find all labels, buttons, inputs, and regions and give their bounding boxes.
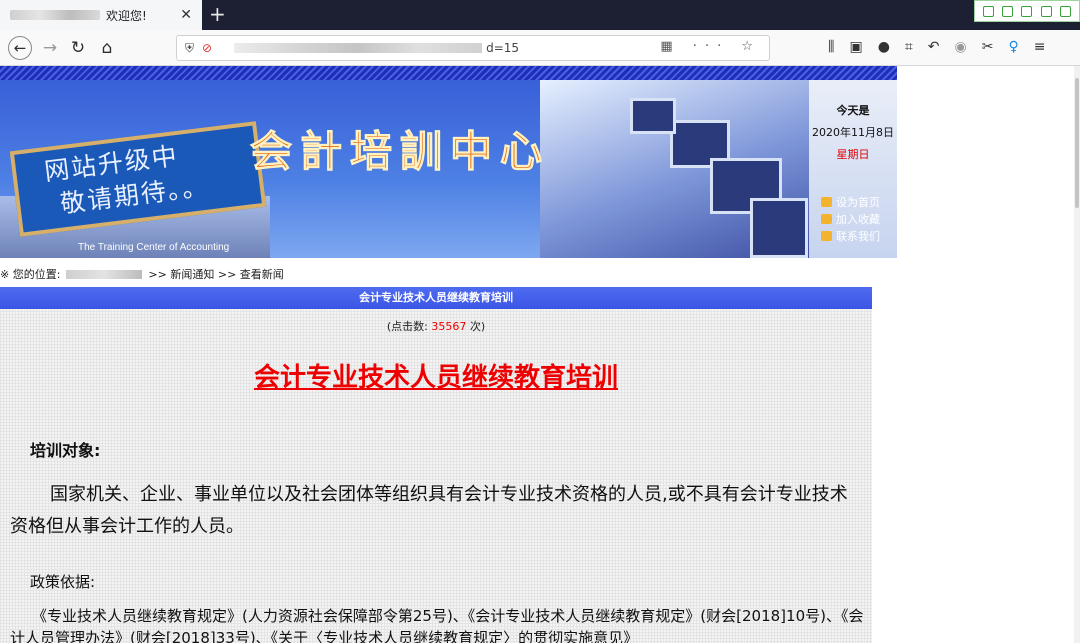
folder-icon [821,214,832,224]
article-title: 会计专业技术人员继续教育培训 [253,363,618,393]
add-favorites-link[interactable]: 加入收藏 [821,211,897,228]
ext-icon-1[interactable] [983,5,995,17]
shield-icon[interactable]: ⛨ [185,41,194,56]
ext-icon-2[interactable] [1002,5,1014,17]
computers-image [540,80,810,258]
menu-icon[interactable]: ≡ [1034,39,1046,55]
extension-toolbar [974,0,1080,22]
reload-button[interactable]: ↻ [66,36,90,60]
policy-heading: 政策依据: [30,573,96,591]
tab-title: 欢迎您! [106,8,147,23]
breadcrumb-path[interactable]: >> 新闻通知 >> 查看新闻 [148,266,283,282]
weekday: 星期日 [836,148,870,161]
new-tab-button[interactable]: + [209,3,226,25]
clicks-prefix: (点击数: [386,320,428,333]
tab-strip: 欢迎您! ✕ + [0,0,1080,30]
pin-icon[interactable]: ♀ [1008,39,1018,55]
date-panel: 今天是 2020年11月8日 星期日 设为首页 加入收藏 联系我们 [809,80,897,258]
home-button[interactable]: ⌂ [95,36,119,60]
breadcrumb-prefix: ※ 您的位置: [0,268,61,281]
site-banner: 网站升级中 敬请期待。。 会計培訓中心 The Training Center … [0,66,897,258]
library-icon[interactable]: ⫼ [828,39,834,55]
insecure-lock-icon[interactable]: ⊘ [202,41,212,55]
web-page: 网站升级中 敬请期待。。 会計培訓中心 The Training Center … [0,66,1080,643]
quick-links: 设为首页 加入收藏 联系我们 [809,194,897,245]
clicks-value: 35567 [431,320,467,333]
banner-english-title: The Training Center of Accounting [78,242,230,253]
ext-icon-5[interactable] [1059,5,1071,17]
block-icon[interactable]: ◉ [955,39,967,55]
article-header-bar: 会计专业技术人员继续教育培训 [0,287,872,309]
breadcrumb-home-blurred[interactable] [66,269,143,279]
today-label: 今天是 [836,104,870,117]
url-text: d=15 [486,41,520,55]
tab-favicon-blurred [10,10,100,20]
policy-text: 《专业技术人员继续教育规定》(人力资源社会保障部令第25号)、《会计专业技术人员… [10,607,864,643]
url-actions[interactable]: ▦ ··· ☆ [660,39,761,54]
section-heading: 培训对象: [30,441,101,460]
account-icon[interactable]: ● [878,39,890,55]
mail-icon [821,231,832,241]
sidebar-icon[interactable]: ▣ [849,39,862,55]
browser-tab[interactable]: 欢迎您! ✕ [0,0,202,30]
breadcrumb: ※ 您的位置: >> 新闻通知 >> 查看新闻 [0,266,284,282]
clicks-suffix: 次) [469,320,486,333]
scissors-icon[interactable]: ✂ [982,39,994,55]
home-icon [821,197,832,207]
forward-button[interactable]: → [38,36,62,60]
scrollbar-thumb[interactable] [1075,78,1079,208]
ext-icon-4[interactable] [1040,5,1052,17]
set-homepage-link[interactable]: 设为首页 [821,194,897,211]
address-bar[interactable]: ⛨ ⊘ d=15 ▦ ··· ☆ [176,35,770,61]
article-paragraph: 国家机关、企业、事业单位以及社会团体等组织具有会计专业技术资格的人员,或不具有会… [10,484,848,537]
click-count: (点击数: 35567 次) [0,318,872,334]
banner-stripes [0,66,897,80]
banner-title: 会計培訓中心 [249,127,551,177]
ext-icon-3[interactable] [1021,5,1033,17]
current-date: 2020年11月8日 [812,126,894,139]
crop-icon[interactable]: ⌗ [905,39,913,55]
toolbar-icons: ⫼ ▣ ● ⌗ ↶ ◉ ✂ ♀ ≡ [828,39,1045,55]
close-tab-icon[interactable]: ✕ [180,7,192,23]
scrollbar[interactable] [1074,66,1080,643]
undo-icon[interactable]: ↶ [928,39,940,55]
url-blurred [234,43,483,53]
article-area: 会计专业技术人员继续教育培训 (点击数: 35567 次) 会计专业技术人员继续… [0,287,872,643]
back-button[interactable]: ← [8,36,32,60]
contact-us-link[interactable]: 联系我们 [821,228,897,245]
nav-toolbar: ← → ↻ ⌂ ⛨ ⊘ d=15 ▦ ··· ☆ ⫼ ▣ ● ⌗ ↶ ◉ ✂ ♀… [0,30,1080,66]
